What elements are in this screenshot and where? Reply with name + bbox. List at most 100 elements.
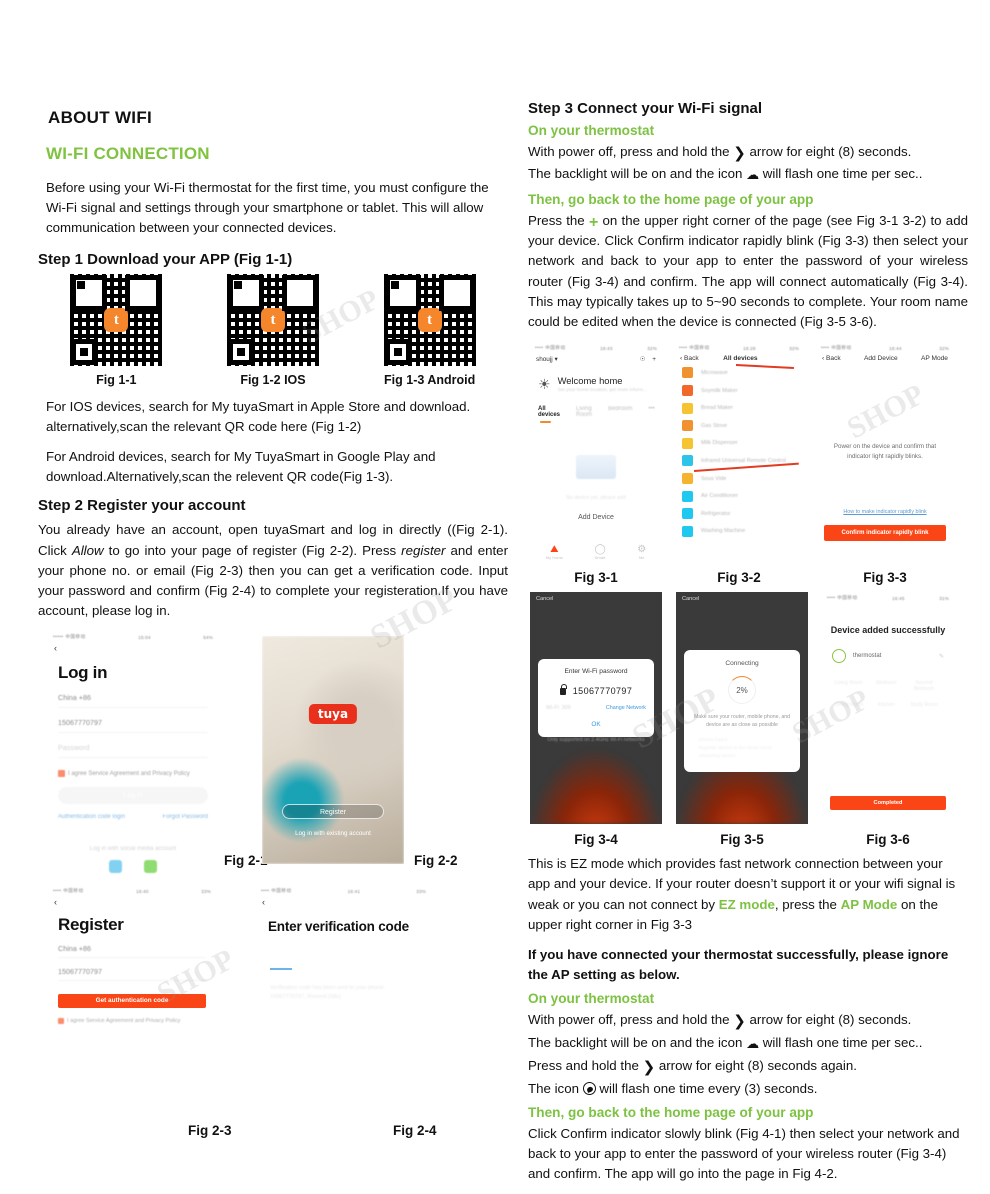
back-chevron-icon[interactable]: ‹ (256, 896, 431, 907)
edit-pencil-icon[interactable]: ✎ (939, 653, 944, 660)
qr-code-fig1-1: t (70, 273, 163, 366)
country-field[interactable]: China +86 (58, 944, 206, 959)
login-links: Authentication code login Forgot Passwor… (58, 814, 208, 820)
tuya-logo: tuya (308, 703, 358, 724)
auth-code-login-link[interactable]: Authentication code login (58, 814, 125, 820)
dialog-title: Connecting (725, 660, 759, 668)
add-device-title: Add Device (863, 355, 898, 363)
get-authentication-code-button[interactable]: Get authentication code (58, 994, 206, 1009)
tab-living-room[interactable]: Living Room (576, 406, 592, 418)
double-chevron-down-icon: ❯ (733, 144, 746, 162)
screenshot-fig2-4: •••• 中国移动 16:41 33% ‹ Enter verification… (256, 885, 431, 1066)
fig2-4-caption: Fig 2-4 (393, 1123, 437, 1139)
device-list-header: ‹ Back All devices (674, 353, 804, 364)
wifi-icon: ☁ (746, 1036, 760, 1052)
room-chip[interactable]: Study Room (907, 699, 941, 711)
device-list-item[interactable]: Air Conditioner (674, 487, 804, 505)
fig3-1-caption: Fig 3-1 (574, 570, 618, 586)
agreement-row[interactable]: I agree Service Agreement and Privacy Po… (58, 1018, 206, 1025)
fig2-1-caption: Fig 2-1 (224, 853, 268, 869)
nav-item-my-home[interactable]: ⛰ My Home (546, 544, 563, 560)
room-chip[interactable]: Second Bedroom (907, 677, 941, 695)
device-list-item[interactable]: Gas Stove (674, 417, 804, 435)
device-name: Bread Maker (701, 405, 734, 412)
fig3-4-caption: Fig 3-4 (574, 832, 618, 848)
press-plus-text-b: on the upper right corner of the page (s… (528, 212, 968, 329)
room-chip[interactable]: Living Room (832, 677, 866, 695)
screenshot-fig3-6: •••• 中国移动 16:45 31% Device added success… (822, 592, 954, 825)
existing-account-link[interactable]: Log in with existing account (262, 830, 404, 837)
how-to-blink-link[interactable]: How to make indicator rapidly blink (816, 509, 954, 515)
back-chevron-icon[interactable]: ‹ (48, 896, 216, 907)
cancel-button[interactable]: Cancel (676, 592, 808, 602)
nav-item-me[interactable]: ⚙ Me (637, 544, 646, 560)
back-button[interactable]: ‹ Back (680, 355, 699, 362)
tab-more[interactable]: ••• (648, 406, 654, 418)
device-icon (682, 473, 693, 485)
ap-instruction-4: The icon will flash one time every (3) s… (528, 1079, 968, 1099)
confirm-indicator-button[interactable]: Confirm indicator rapidly blink (824, 525, 946, 542)
qq-icon[interactable] (109, 860, 122, 874)
phone-status-bar: •••• 中国移动 16:45 31% (822, 592, 954, 603)
login-button[interactable]: Log in (58, 787, 208, 805)
go-back-home-heading-1: Then, go back to the home page of your a… (528, 191, 814, 207)
forgot-password-link[interactable]: Forgot Password (163, 814, 208, 820)
code-input-underline[interactable] (270, 968, 292, 971)
agreement-text: I agree Service Agreement and Privacy Po… (68, 770, 190, 777)
add-device-button[interactable]: Add Device (530, 514, 662, 521)
screenshot-fig2-2: tuya Register Log in with existing accou… (262, 636, 404, 865)
device-list-item[interactable]: Washing Machine (674, 523, 804, 541)
ap-line4-text-b: will flash one time every (3) seconds. (595, 1080, 818, 1096)
device-list-item[interactable]: Refrigerator (674, 505, 804, 523)
device-list-item[interactable]: Bread Maker (674, 399, 804, 417)
device-list-title: All devices (723, 355, 758, 363)
country-field[interactable]: China +86 (58, 693, 208, 709)
empty-state-illustration (576, 455, 616, 480)
phone-field[interactable]: 15067770797 (58, 718, 208, 734)
go-back-home-heading-2: Then, go back to the home page of your a… (528, 1104, 814, 1120)
add-device-plus-icon[interactable]: + (652, 356, 656, 363)
wechat-icon[interactable] (144, 860, 157, 874)
device-icon (682, 367, 693, 379)
change-network-link[interactable]: Change Network (606, 705, 646, 711)
tab-bedroom[interactable]: Bedroom (608, 406, 632, 418)
register-button[interactable]: Register (281, 803, 385, 819)
status-battery: 33% (201, 888, 211, 894)
login-title: Log in (58, 663, 108, 683)
checkbox-icon[interactable] (58, 1018, 64, 1025)
ok-button[interactable]: OK (546, 721, 646, 728)
agreement-text: I agree Service Agreement and Privacy Po… (67, 1018, 181, 1025)
screenshot-fig3-4: Cancel Enter Wi-Fi password 15067770797 … (530, 592, 662, 825)
back-button[interactable]: ‹ Back (822, 355, 841, 362)
status-battery: 33% (416, 888, 426, 894)
nav-item-smart[interactable]: ◯ Smart (594, 544, 605, 560)
back-chevron-icon[interactable]: ‹ (48, 642, 218, 653)
password-field[interactable]: Password (58, 743, 208, 759)
device-name: Microwave (701, 369, 728, 376)
room-chip[interactable]: Bedroom (870, 677, 904, 695)
on-thermostat-heading-2: On your thermostat (528, 991, 655, 1007)
completed-button[interactable]: Completed (830, 796, 946, 811)
device-list-item[interactable]: Sous Vide (674, 470, 804, 488)
ap-mode-button[interactable]: AP Mode (921, 355, 948, 362)
device-icon (682, 420, 693, 432)
device-list-item[interactable]: Soymilk Maker (674, 382, 804, 400)
status-battery: 31% (939, 595, 949, 601)
cancel-button[interactable]: Cancel (530, 592, 662, 602)
room-chip[interactable]: Kitchen (870, 699, 904, 711)
add-device-instructions: Power on the device and confirm that ind… (833, 443, 937, 460)
phone-field[interactable]: 15067770797 (58, 967, 206, 982)
qr-caption: Fig 1-1 (96, 372, 137, 387)
device-name: Refrigerator (701, 510, 731, 517)
device-list-item[interactable]: Milk Dispenser (674, 435, 804, 453)
agreement-row[interactable]: I agree Service Agreement and Privacy Po… (58, 770, 208, 778)
home-name-dropdown[interactable]: shoujj ▾ (536, 355, 558, 363)
room-chip[interactable]: Dining Room (832, 699, 866, 711)
add-device-paragraph: Press the + on the upper right corner of… (528, 211, 968, 332)
checkbox-icon[interactable] (58, 770, 65, 778)
scan-icon[interactable]: ☉ (640, 356, 646, 363)
wifi-password-value[interactable]: 15067770797 (573, 686, 632, 696)
tab-all-devices[interactable]: All devices (538, 406, 560, 418)
ssid-label: Wi-Fi: 309 (546, 705, 571, 712)
final-paragraph: Click Confirm indicator slowly blink (Fi… (528, 1125, 960, 1182)
